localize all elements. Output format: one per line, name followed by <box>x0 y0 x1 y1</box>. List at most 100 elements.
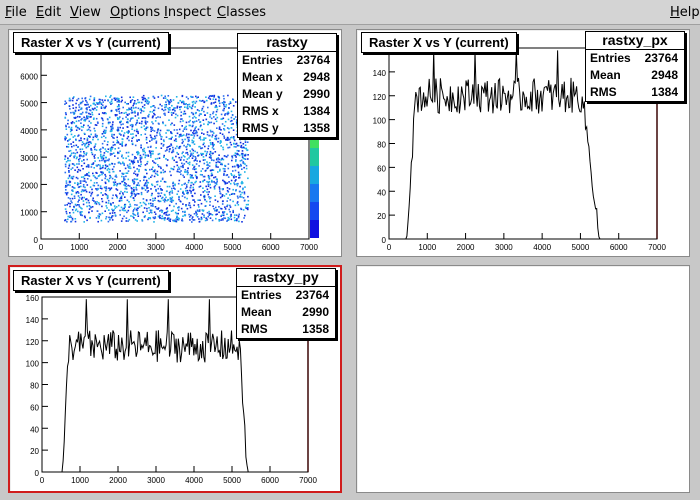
raster-point <box>197 128 200 131</box>
raster-point <box>134 214 137 216</box>
raster-point <box>230 213 232 216</box>
raster-point <box>82 180 84 182</box>
menu-edit[interactable]: Edit <box>36 5 61 20</box>
x-tick-label: 0 <box>387 243 392 252</box>
raster-point <box>126 109 128 111</box>
raster-point <box>191 148 194 150</box>
raster-point <box>188 163 191 166</box>
raster-point <box>181 162 183 165</box>
raster-point <box>214 135 217 138</box>
raster-point <box>238 177 240 179</box>
raster-point <box>244 206 247 209</box>
raster-point <box>181 101 183 104</box>
raster-point <box>165 132 167 134</box>
raster-point <box>187 181 190 184</box>
raster-point <box>240 165 242 167</box>
raster-point <box>208 176 210 178</box>
raster-point <box>247 195 249 198</box>
raster-point <box>207 166 209 169</box>
raster-point <box>236 195 239 198</box>
raster-point <box>112 152 115 154</box>
raster-point <box>108 209 110 211</box>
raster-point <box>219 168 221 171</box>
raster-point <box>237 197 239 199</box>
raster-point <box>133 207 136 210</box>
raster-point <box>83 151 85 153</box>
raster-point <box>83 221 85 223</box>
raster-point <box>111 133 113 136</box>
raster-point <box>183 159 185 161</box>
pad-raster-2d[interactable]: 0 1000 2000 3000 4000 5000 6000 7000 0 1000 2000 30… <box>8 29 342 257</box>
menu-file[interactable]: File <box>5 5 27 20</box>
raster-point <box>190 95 192 98</box>
pad-projection-x[interactable]: 0 1000 2000 3000 4000 5000 6000 7000 0 20 40 60 80 10… <box>356 29 690 257</box>
raster-point <box>226 136 229 139</box>
raster-point <box>80 180 82 182</box>
raster-point <box>223 217 225 219</box>
raster-point <box>168 185 171 188</box>
raster-point <box>113 165 115 168</box>
raster-point <box>224 164 226 167</box>
raster-point <box>188 124 191 127</box>
raster-point <box>195 95 197 98</box>
raster-point <box>208 197 211 200</box>
raster-point <box>134 144 137 147</box>
raster-point <box>242 188 244 191</box>
raster-point <box>178 147 181 150</box>
raster-point <box>147 155 150 157</box>
raster-point <box>101 133 104 135</box>
raster-point <box>126 199 129 202</box>
raster-point <box>180 111 183 113</box>
raster-point <box>135 122 138 124</box>
raster-point <box>64 138 67 141</box>
raster-point <box>76 166 79 169</box>
x-tick-label: 4000 <box>185 243 203 252</box>
raster-point <box>151 127 153 129</box>
raster-point <box>216 106 218 108</box>
raster-point <box>194 181 196 184</box>
raster-point <box>112 181 115 183</box>
stats-value: 1384 <box>651 85 678 99</box>
raster-point <box>172 199 175 202</box>
menu-classes[interactable]: Classes <box>217 5 266 20</box>
raster-point <box>204 205 207 207</box>
pad-empty[interactable] <box>356 265 690 493</box>
raster-point <box>206 99 208 102</box>
menu-inspect[interactable]: Inspect <box>164 5 211 20</box>
raster-point <box>230 179 233 182</box>
raster-point <box>225 193 228 195</box>
raster-point <box>171 196 174 199</box>
raster-point <box>200 218 202 221</box>
pad-projection-y[interactable]: 0 1000 2000 3000 4000 5000 6000 7000 0 20 40 60 80 10… <box>8 265 342 493</box>
raster-point <box>197 204 200 206</box>
stats-label: Entries <box>242 53 283 67</box>
raster-point <box>241 196 243 198</box>
raster-point <box>88 143 90 146</box>
raster-point <box>90 142 92 145</box>
menu-view[interactable]: View <box>70 5 101 20</box>
raster-point <box>220 208 223 210</box>
raster-point <box>233 137 235 140</box>
raster-point <box>202 139 204 141</box>
raster-point <box>174 116 177 119</box>
raster-point <box>83 215 86 218</box>
raster-point <box>151 105 154 107</box>
raster-point <box>154 158 157 160</box>
menu-help[interactable]: Help <box>670 5 700 20</box>
raster-point <box>191 216 194 218</box>
raster-point <box>73 144 75 147</box>
raster-point <box>196 160 198 162</box>
raster-point <box>66 192 68 195</box>
raster-point <box>144 176 147 178</box>
menu-options[interactable]: Options <box>110 5 160 20</box>
raster-point <box>179 120 182 123</box>
raster-point <box>101 198 103 200</box>
raster-point <box>137 117 140 119</box>
raster-point <box>77 192 80 194</box>
raster-point <box>84 145 86 147</box>
raster-point <box>117 157 119 159</box>
raster-point <box>191 217 193 220</box>
raster-point <box>153 130 156 132</box>
raster-point <box>85 190 88 193</box>
raster-point <box>207 123 209 126</box>
